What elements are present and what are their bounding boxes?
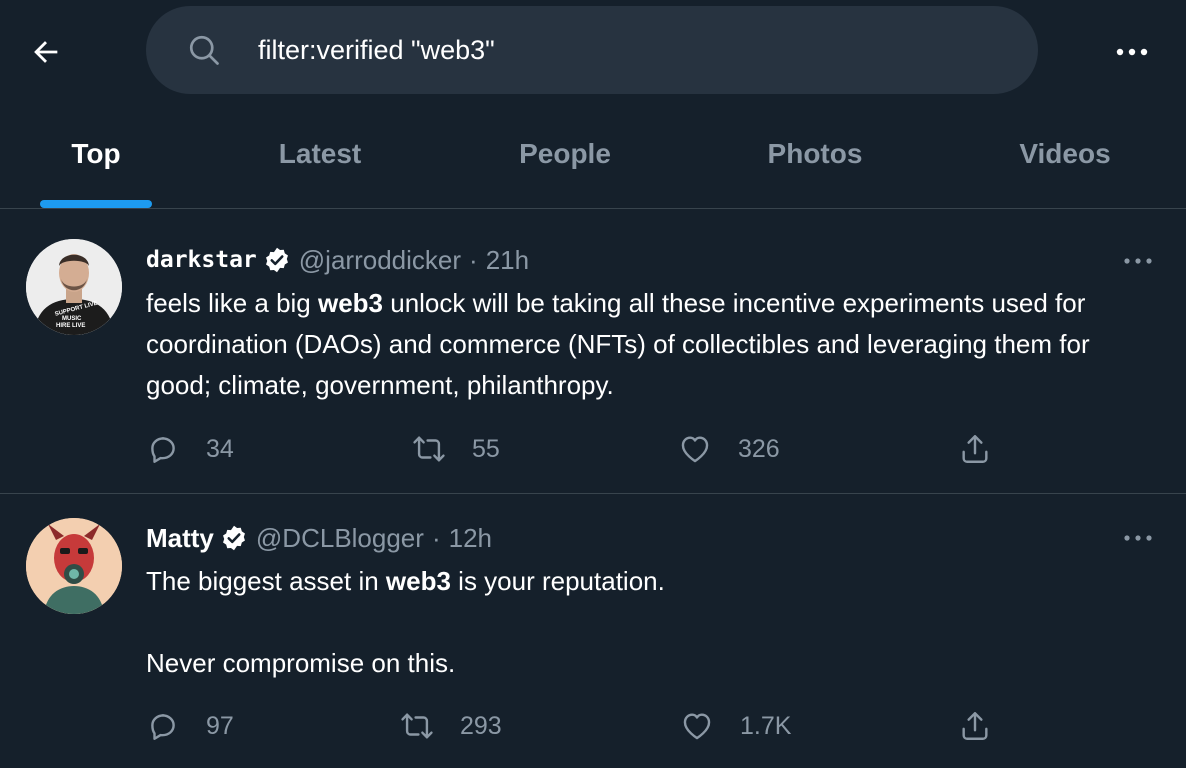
retweet-button[interactable]: 55 — [412, 429, 500, 469]
reply-button[interactable]: 34 — [146, 429, 234, 469]
share-button[interactable] — [958, 429, 992, 469]
tweet-text-part: feels like a big — [146, 288, 318, 318]
tab-top[interactable]: Top — [40, 112, 152, 208]
search-header — [0, 0, 1186, 100]
search-box[interactable] — [146, 6, 1038, 94]
like-button[interactable]: 326 — [678, 429, 780, 469]
reply-icon — [151, 437, 175, 463]
retweet-icon — [401, 713, 433, 739]
tweet-actions: 97 293 1.7K — [146, 706, 1026, 746]
display-name[interactable]: Matty — [146, 523, 214, 554]
timestamp[interactable]: 21h — [486, 245, 529, 276]
timestamp[interactable]: 12h — [449, 523, 492, 554]
more-icon — [1124, 258, 1152, 264]
tweet-header: darkstar @jarroddicker · 21h — [146, 240, 529, 280]
reply-button[interactable]: 97 — [146, 706, 234, 746]
separator-dot: · — [431, 522, 441, 553]
like-count: 326 — [738, 434, 780, 463]
tweet-text-part: The biggest asset in — [146, 566, 386, 596]
share-icon — [962, 435, 988, 463]
search-tabs: Top Latest People Photos Videos — [0, 112, 1186, 209]
tab-photos[interactable]: Photos — [745, 112, 885, 208]
retweet-icon — [413, 436, 445, 462]
search-term-highlight: web3 — [317, 288, 384, 318]
like-button[interactable]: 1.7K — [680, 706, 791, 746]
verified-icon — [265, 247, 288, 273]
like-icon — [683, 713, 711, 740]
display-name[interactable]: darkstar — [146, 247, 257, 273]
avatar-photo: SUPPORT LIVE MUSIC HIRE LIVE — [26, 239, 122, 335]
more-icon — [1124, 535, 1152, 541]
retweet-button[interactable]: 293 — [400, 706, 502, 746]
share-button[interactable] — [958, 706, 992, 746]
svg-text:MUSIC: MUSIC — [62, 316, 82, 322]
back-button[interactable] — [22, 28, 70, 76]
tweet[interactable]: Matty @DCLBlogger · 12h The biggest asse… — [0, 494, 1186, 768]
retweet-count: 55 — [472, 434, 500, 463]
back-arrow-icon — [34, 41, 58, 63]
like-count: 1.7K — [740, 711, 792, 740]
reply-count: 97 — [206, 711, 234, 740]
tweet-more-button[interactable] — [1118, 523, 1158, 553]
tab-people[interactable]: People — [495, 112, 635, 208]
search-icon — [189, 35, 219, 65]
tweet[interactable]: SUPPORT LIVE MUSIC HIRE LIVE darkstar @j… — [0, 209, 1186, 494]
more-icon — [1116, 48, 1148, 56]
handle[interactable]: @DCLBlogger — [256, 523, 424, 554]
reply-icon — [151, 714, 175, 740]
tab-latest[interactable]: Latest — [250, 112, 390, 208]
retweet-count: 293 — [460, 711, 502, 740]
reply-count: 34 — [206, 434, 234, 463]
avatar[interactable]: SUPPORT LIVE MUSIC HIRE LIVE — [26, 239, 122, 335]
tab-videos[interactable]: Videos — [995, 112, 1135, 208]
active-tab-indicator — [40, 200, 152, 208]
verified-icon — [222, 525, 245, 551]
handle[interactable]: @jarroddicker — [299, 245, 461, 276]
avatar[interactable] — [26, 518, 122, 614]
avatar-image — [26, 518, 122, 614]
svg-text:HIRE LIVE: HIRE LIVE — [56, 323, 85, 329]
tweet-header: Matty @DCLBlogger · 12h — [146, 518, 492, 558]
tweet-text: feels like a big web3 unlock will be tak… — [146, 283, 1146, 406]
more-options-button[interactable] — [1108, 32, 1156, 72]
like-icon — [681, 436, 709, 463]
search-input[interactable] — [258, 28, 998, 72]
tweet-actions: 34 55 326 — [146, 429, 1026, 469]
share-icon — [962, 712, 988, 740]
tweet-text: The biggest asset in web3 is your reputa… — [146, 561, 1146, 684]
separator-dot: · — [469, 244, 478, 275]
search-term-highlight: web3 — [385, 566, 451, 596]
tweet-more-button[interactable] — [1118, 246, 1158, 276]
